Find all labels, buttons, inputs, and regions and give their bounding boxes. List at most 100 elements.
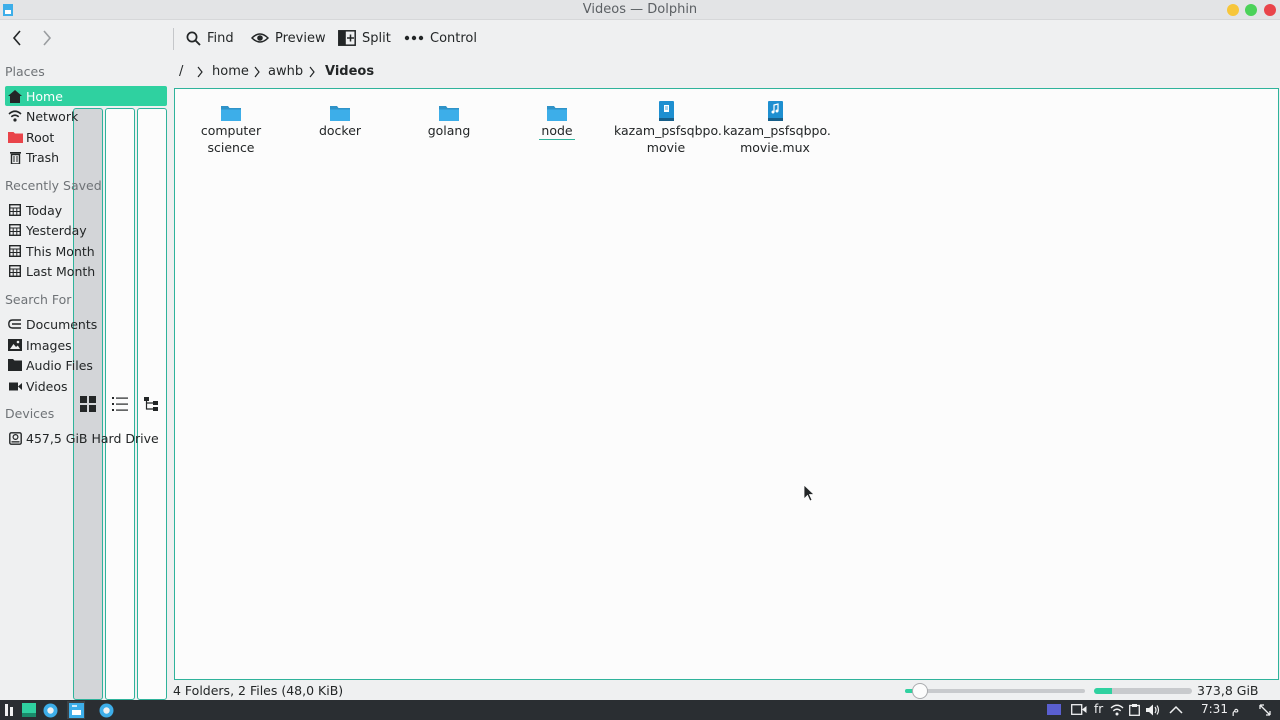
location-breadcrumb: / home awhb Videos <box>174 60 1274 84</box>
application-launcher-button[interactable] <box>0 701 18 719</box>
browser-icon <box>43 703 57 717</box>
sidebar-item-label: Today <box>26 202 63 218</box>
chevron-up-icon[interactable] <box>1169 705 1183 714</box>
chevron-left-icon <box>12 30 21 46</box>
file-item-node[interactable]: node <box>503 99 611 140</box>
disk-space-fill <box>1094 688 1112 694</box>
file-view[interactable]: computer science docker golang node kaza… <box>174 88 1279 680</box>
desktop-settings-icon[interactable] <box>1258 704 1272 716</box>
devices-section-title: Devices <box>5 406 55 421</box>
network-icon[interactable] <box>1110 704 1124 716</box>
file-item-kazam-movie[interactable]: kazam_psfsqbpo. movie <box>612 99 722 156</box>
mouse-cursor-icon <box>803 484 815 502</box>
taskbar-browser2-button[interactable] <box>97 701 115 719</box>
sidebar-item-label: Audio Files <box>26 357 93 373</box>
chevron-right-icon[interactable] <box>196 66 204 78</box>
zoom-slider[interactable] <box>905 689 1085 693</box>
camera-icon[interactable] <box>1071 704 1087 715</box>
sidebar-item-label: 457,5 GiB Hard Drive <box>26 430 159 446</box>
sidebar-item-yesterday[interactable]: Yesterday <box>5 220 167 240</box>
home-icon <box>7 88 23 104</box>
pager-icon[interactable] <box>1047 704 1061 715</box>
clipboard-icon[interactable] <box>1129 704 1140 716</box>
app-launcher-icon <box>5 704 13 716</box>
volume-icon[interactable] <box>1146 704 1161 716</box>
browser-icon <box>99 703 113 717</box>
disk-space-bar[interactable] <box>1094 688 1192 694</box>
file-item-golang[interactable]: golang <box>395 99 503 139</box>
file-item-kazam-movie-mux[interactable]: kazam_psfsqbpo. movie.mux <box>721 99 831 156</box>
sidebar-item-trash[interactable]: Trash <box>5 147 167 167</box>
toolbar: Find Preview Split Control <box>0 20 1280 700</box>
status-summary: 4 Folders, 2 Files (48,0 KiB) <box>173 683 344 698</box>
breadcrumb-home[interactable]: home <box>212 64 249 79</box>
sidebar-item-label: Videos <box>26 378 68 394</box>
sidebar-item-documents[interactable]: Documents <box>5 314 167 334</box>
taskbar-desktop-button[interactable] <box>20 701 38 719</box>
show-desktop-icon <box>22 703 36 717</box>
clock[interactable]: 7:31 م <box>1201 702 1239 716</box>
documents-icon <box>7 316 23 332</box>
dolphin-icon <box>68 702 84 718</box>
folder-icon <box>439 106 459 121</box>
title-bar[interactable]: Videos — Dolphin <box>0 0 1280 20</box>
split-button[interactable]: Split <box>338 23 391 53</box>
back-button[interactable] <box>4 23 30 53</box>
audio-icon <box>7 357 23 373</box>
close-window-button[interactable] <box>1264 4 1276 16</box>
zoom-slider-handle[interactable] <box>912 683 928 699</box>
find-button[interactable]: Find <box>186 23 234 53</box>
breadcrumb-awhb[interactable]: awhb <box>268 64 303 79</box>
window-title: Videos — Dolphin <box>582 2 698 17</box>
sidebar-item-root[interactable]: Root <box>5 127 167 147</box>
maximize-button[interactable] <box>1245 4 1257 16</box>
sidebar-item-last-month[interactable]: Last Month <box>5 261 167 281</box>
sidebar-item-label: Images <box>26 337 72 353</box>
control-menu-button[interactable]: Control <box>404 23 477 53</box>
document-file-icon <box>658 101 674 121</box>
chevron-right-icon <box>43 30 52 46</box>
eye-icon <box>251 33 269 43</box>
folder-red-icon <box>7 129 23 145</box>
hard-drive-icon <box>7 430 23 446</box>
sidebar-item-this-month[interactable]: This Month <box>5 241 167 261</box>
sidebar-item-hard-drive[interactable]: 457,5 GiB Hard Drive <box>5 428 167 448</box>
sidebar-item-label: Yesterday <box>26 222 87 238</box>
sidebar-item-label: Trash <box>26 149 60 165</box>
control-label: Control <box>430 30 477 46</box>
preview-button[interactable]: Preview <box>251 23 326 53</box>
find-label: Find <box>207 30 234 46</box>
minimize-button[interactable] <box>1227 4 1239 16</box>
file-name: golang <box>427 123 471 138</box>
sidebar-item-label: Root <box>26 129 55 145</box>
preview-label: Preview <box>275 30 326 46</box>
sidebar-item-videos[interactable]: Videos <box>5 376 167 396</box>
toolbar-separator <box>173 28 174 50</box>
sidebar-item-images[interactable]: Images <box>5 335 167 355</box>
sidebar-item-label: Network <box>26 108 79 124</box>
chevron-right-icon[interactable] <box>308 66 316 78</box>
sidebar-item-network[interactable]: Network <box>5 106 167 126</box>
sidebar-item-label: Last Month <box>26 263 96 279</box>
sidebar-item-today[interactable]: Today <box>5 200 167 220</box>
breadcrumb-current[interactable]: Videos <box>325 64 374 79</box>
chevron-right-icon[interactable] <box>253 66 261 78</box>
calendar-icon <box>7 243 23 259</box>
file-item-docker[interactable]: docker <box>286 99 394 139</box>
file-name: node <box>539 123 575 140</box>
audio-file-icon <box>767 101 783 121</box>
forward-button[interactable] <box>34 23 60 53</box>
more-options-icon <box>404 35 424 41</box>
network-icon <box>7 108 23 124</box>
sidebar-item-audio-files[interactable]: Audio Files <box>5 355 167 375</box>
keyboard-layout-indicator[interactable]: fr <box>1094 702 1103 716</box>
file-name: docker <box>318 123 362 138</box>
calendar-icon <box>7 222 23 238</box>
file-item-computer-science[interactable]: computer science <box>177 99 285 156</box>
breadcrumb-root[interactable]: / <box>179 64 183 79</box>
sidebar-item-home[interactable]: Home <box>5 86 167 106</box>
sidebar-item-label: Documents <box>26 316 98 332</box>
search-section-title: Search For <box>5 292 72 307</box>
taskbar-dolphin-button[interactable] <box>67 701 85 719</box>
taskbar-browser-button[interactable] <box>41 701 59 719</box>
